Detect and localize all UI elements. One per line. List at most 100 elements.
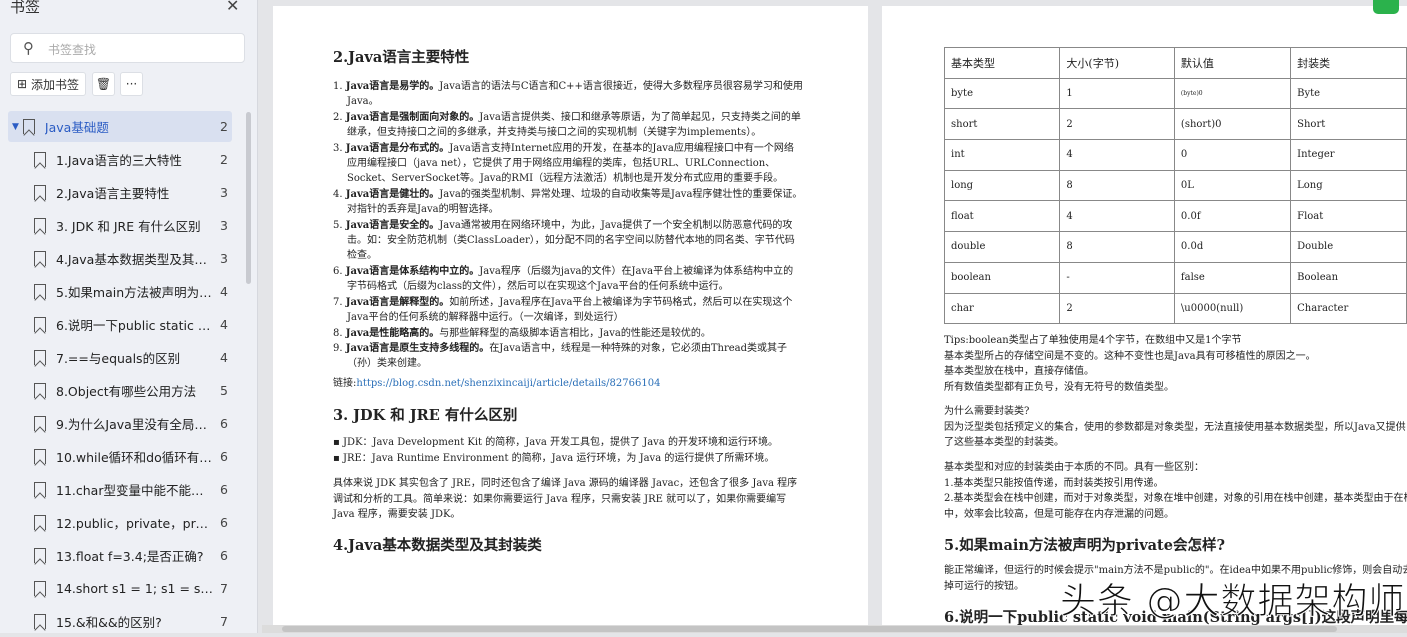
table-header: 基本类型 大小(字节) 默认值 封装类: [943, 47, 1407, 79]
table-cell: -: [1059, 261, 1175, 294]
types-table: 基本类型 大小(字节) 默认值 封装类 byte 1 (byte)0 Byte short 2 (s…: [943, 47, 1407, 325]
heading-jdk-jre: 3. JDK 和 JRE 有什么区别: [333, 407, 518, 424]
table-cell: 0.0d: [1173, 231, 1292, 263]
bookmark-icon: [34, 548, 46, 563]
bookmark-item[interactable]: 11.char型变量中能不能存储一个中文汉字? 6: [8, 474, 232, 505]
bookmark-icon: [34, 350, 46, 365]
table-cell: 封装类: [1290, 47, 1407, 79]
bookmark-label: 9.为什么Java里没有全局变量?: [56, 417, 214, 432]
bookmark-item[interactable]: 12.public，private，protected的区别 6: [8, 507, 232, 538]
bookmark-item[interactable]: 2.Java语言主要特性 3: [8, 177, 232, 208]
difference-line: 基本类型和对应的封装类由于本质的不同。具有一些区别：: [944, 462, 1204, 473]
delete-button[interactable]: 🗑︎: [92, 72, 115, 96]
app-badge-icon[interactable]: [1373, 0, 1399, 14]
document-page-3: 2.Java语言主要特性 1. Java语言是易学的。Java语言的语法与C语言…: [273, 6, 868, 626]
watermark: 头条 @大数据架构师: [1059, 581, 1406, 623]
heading-types: 4.Java基本数据类型及其封装类: [333, 537, 542, 554]
tip-line: Tips:boolean类型占了单独使用是4个字节，在数组中又是1个字节: [944, 335, 1242, 346]
sidebar-scrollbar[interactable]: [246, 112, 251, 284]
table-cell: float: [943, 200, 1061, 233]
table-cell: 0.0f: [1173, 200, 1292, 233]
bookmark-item[interactable]: 10.while循环和do循环有什么不同? 6: [8, 441, 232, 472]
table-cell: 2: [1059, 108, 1175, 141]
trash-icon: 🗑︎: [95, 77, 112, 91]
scrollbar-thumb[interactable]: [282, 626, 1337, 632]
bookmark-item[interactable]: 7.==与equals的区别 4: [8, 342, 232, 373]
bookmark-panel: 书签 ✕ ⚲ 书签查找 ⊞ 添加书签 🗑︎ ··· ▼ Java基础题 2 1.Java…: [0, 0, 258, 633]
bookmark-label: 13.float f=3.4;是否正确?: [56, 549, 204, 564]
table-cell: (byte)0: [1173, 77, 1292, 110]
table-cell: false: [1173, 261, 1292, 294]
bookmark-item[interactable]: 1.Java语言的三大特性 2: [8, 144, 232, 175]
heading-main-private: 5.如果main方法被声明为private会怎样?: [944, 537, 1225, 554]
difference-line: 1.基本类型只能按值传递，而封装类按引用传递。: [944, 477, 1164, 489]
bookmark-page: 2: [220, 152, 228, 167]
bookmark-icon: [34, 251, 46, 266]
bookmark-item[interactable]: 3. JDK 和 JRE 有什么区别 3: [8, 210, 232, 241]
table-cell: Byte: [1290, 77, 1407, 110]
bookmark-icon: [34, 218, 46, 233]
bookmark-icon: [22, 119, 35, 134]
table-cell: Character: [1290, 292, 1407, 325]
bookmark-page: 3: [220, 185, 228, 200]
bookmark-item[interactable]: 9.为什么Java里没有全局变量? 6: [8, 408, 232, 439]
horizontal-scrollbar[interactable]: [262, 625, 1407, 633]
bookmark-label: 8.Object有哪些公用方法: [56, 384, 197, 399]
source-link[interactable]: 链接:https://blog.csdn.net/shenzixincaiji/…: [333, 376, 660, 392]
tip-line: 基本类型所占的存储空间是不变的。这种不变性也是Java具有可移植性的原因之一。: [944, 350, 1316, 362]
bookmark-icon: [34, 284, 46, 299]
bookmark-page: 3: [220, 218, 228, 233]
bookmark-icon: [34, 152, 46, 167]
search-icon: ⚲: [23, 39, 34, 57]
table-cell: boolean: [943, 261, 1061, 294]
why-question: 为什么需要封装类?: [944, 406, 1030, 417]
feature-title: Java语言是分布式的。: [345, 142, 450, 154]
bookmark-group[interactable]: ▼ Java基础题 2: [8, 111, 232, 142]
jdk-bullet: ▪ JDK：Java Development Kit 的简称，Java 开发工具…: [333, 437, 778, 448]
add-bookmark-button[interactable]: ⊞ 添加书签: [10, 72, 86, 96]
table-cell: (short)0: [1173, 108, 1292, 141]
link-url[interactable]: https://blog.csdn.net/shenzixincaiji/art…: [356, 378, 660, 389]
bookmark-item[interactable]: 15.&和&&的区别? 7: [8, 606, 232, 637]
bookmark-label: 4.Java基本数据类型及其封装类: [56, 252, 214, 267]
feature-item: 2. Java语言是强制面向对象的。Java语言提供类、接口和继承等原语，为了简…: [333, 111, 801, 139]
feature-item: 6. Java语言是体系结构中立的。Java程序（后缀为java的文件）在Jav…: [333, 265, 794, 293]
tip-line: 所有数值类型都有正负号，没有无符号的数值类型。: [944, 381, 1174, 393]
bookmark-item[interactable]: 14.short s1 = 1; s1 = s1 + 1; 7: [8, 573, 232, 604]
table-cell: Boolean: [1290, 261, 1407, 294]
expand-arrow-icon[interactable]: ▼: [12, 122, 19, 132]
table-cell: double: [943, 231, 1061, 263]
feature-title: Java语言是安全的。: [345, 219, 440, 231]
feature-item: 8. Java是性能略高的。与那些解释型的高级脚本语言相比，Java的性能还是较…: [333, 327, 711, 339]
close-icon[interactable]: ✕: [226, 0, 239, 15]
bookmark-item[interactable]: 8.Object有哪些公用方法 5: [8, 375, 232, 406]
bookmark-label: 6.说明一下public static void main: [56, 318, 214, 333]
bookmark-item[interactable]: 6.说明一下public static void main 4: [8, 309, 232, 340]
more-button[interactable]: ···: [120, 72, 143, 96]
jdk-paragraph: 具体来说 JDK 其实包含了 JRE，同时还包含了编译 Java 源码的编译器 …: [333, 478, 798, 520]
bookmark-page: 4: [220, 317, 228, 332]
table-cell: byte: [943, 77, 1061, 110]
bookmark-icon: [34, 185, 46, 200]
bookmark-page: 4: [220, 350, 228, 365]
table-cell: 大小(字节): [1059, 47, 1175, 79]
bookmark-icon: [34, 383, 46, 398]
bookmark-page: 6: [220, 449, 228, 464]
tip-line: 基本类型放在栈中，直接存储值。: [944, 366, 1094, 377]
bookmark-item[interactable]: 4.Java基本数据类型及其封装类 3: [8, 243, 232, 274]
table-cell: char: [943, 292, 1061, 325]
differences: 基本类型和对应的封装类由于本质的不同。具有一些区别： 1.基本类型只能按值传递，而…: [944, 460, 1407, 522]
bookmark-page: 3: [220, 251, 228, 266]
why-wrapper: 为什么需要封装类? 因为泛型类包括预定义的集合，使用的参数都是对象类型，无法直接使…: [944, 404, 1407, 451]
table-cell: Double: [1290, 231, 1407, 263]
bookmark-label: 7.==与equals的区别: [56, 351, 181, 366]
heading-features: 2.Java语言主要特性: [333, 49, 470, 66]
bookmark-icon: [34, 482, 46, 497]
tips: Tips:boolean类型占了单独使用是4个字节，在数组中又是1个字节 基本类型…: [944, 333, 1407, 395]
bookmark-item[interactable]: 13.float f=3.4;是否正确? 6: [8, 540, 232, 571]
more-icon: ···: [125, 77, 138, 91]
bookmark-item[interactable]: 5.如果main方法被声明为private会怎样? 4: [8, 276, 232, 307]
bookmark-search-input[interactable]: ⚲ 书签查找: [10, 33, 245, 63]
bookmark-label: 1.Java语言的三大特性: [56, 153, 182, 168]
table-cell: 4: [1059, 200, 1175, 233]
